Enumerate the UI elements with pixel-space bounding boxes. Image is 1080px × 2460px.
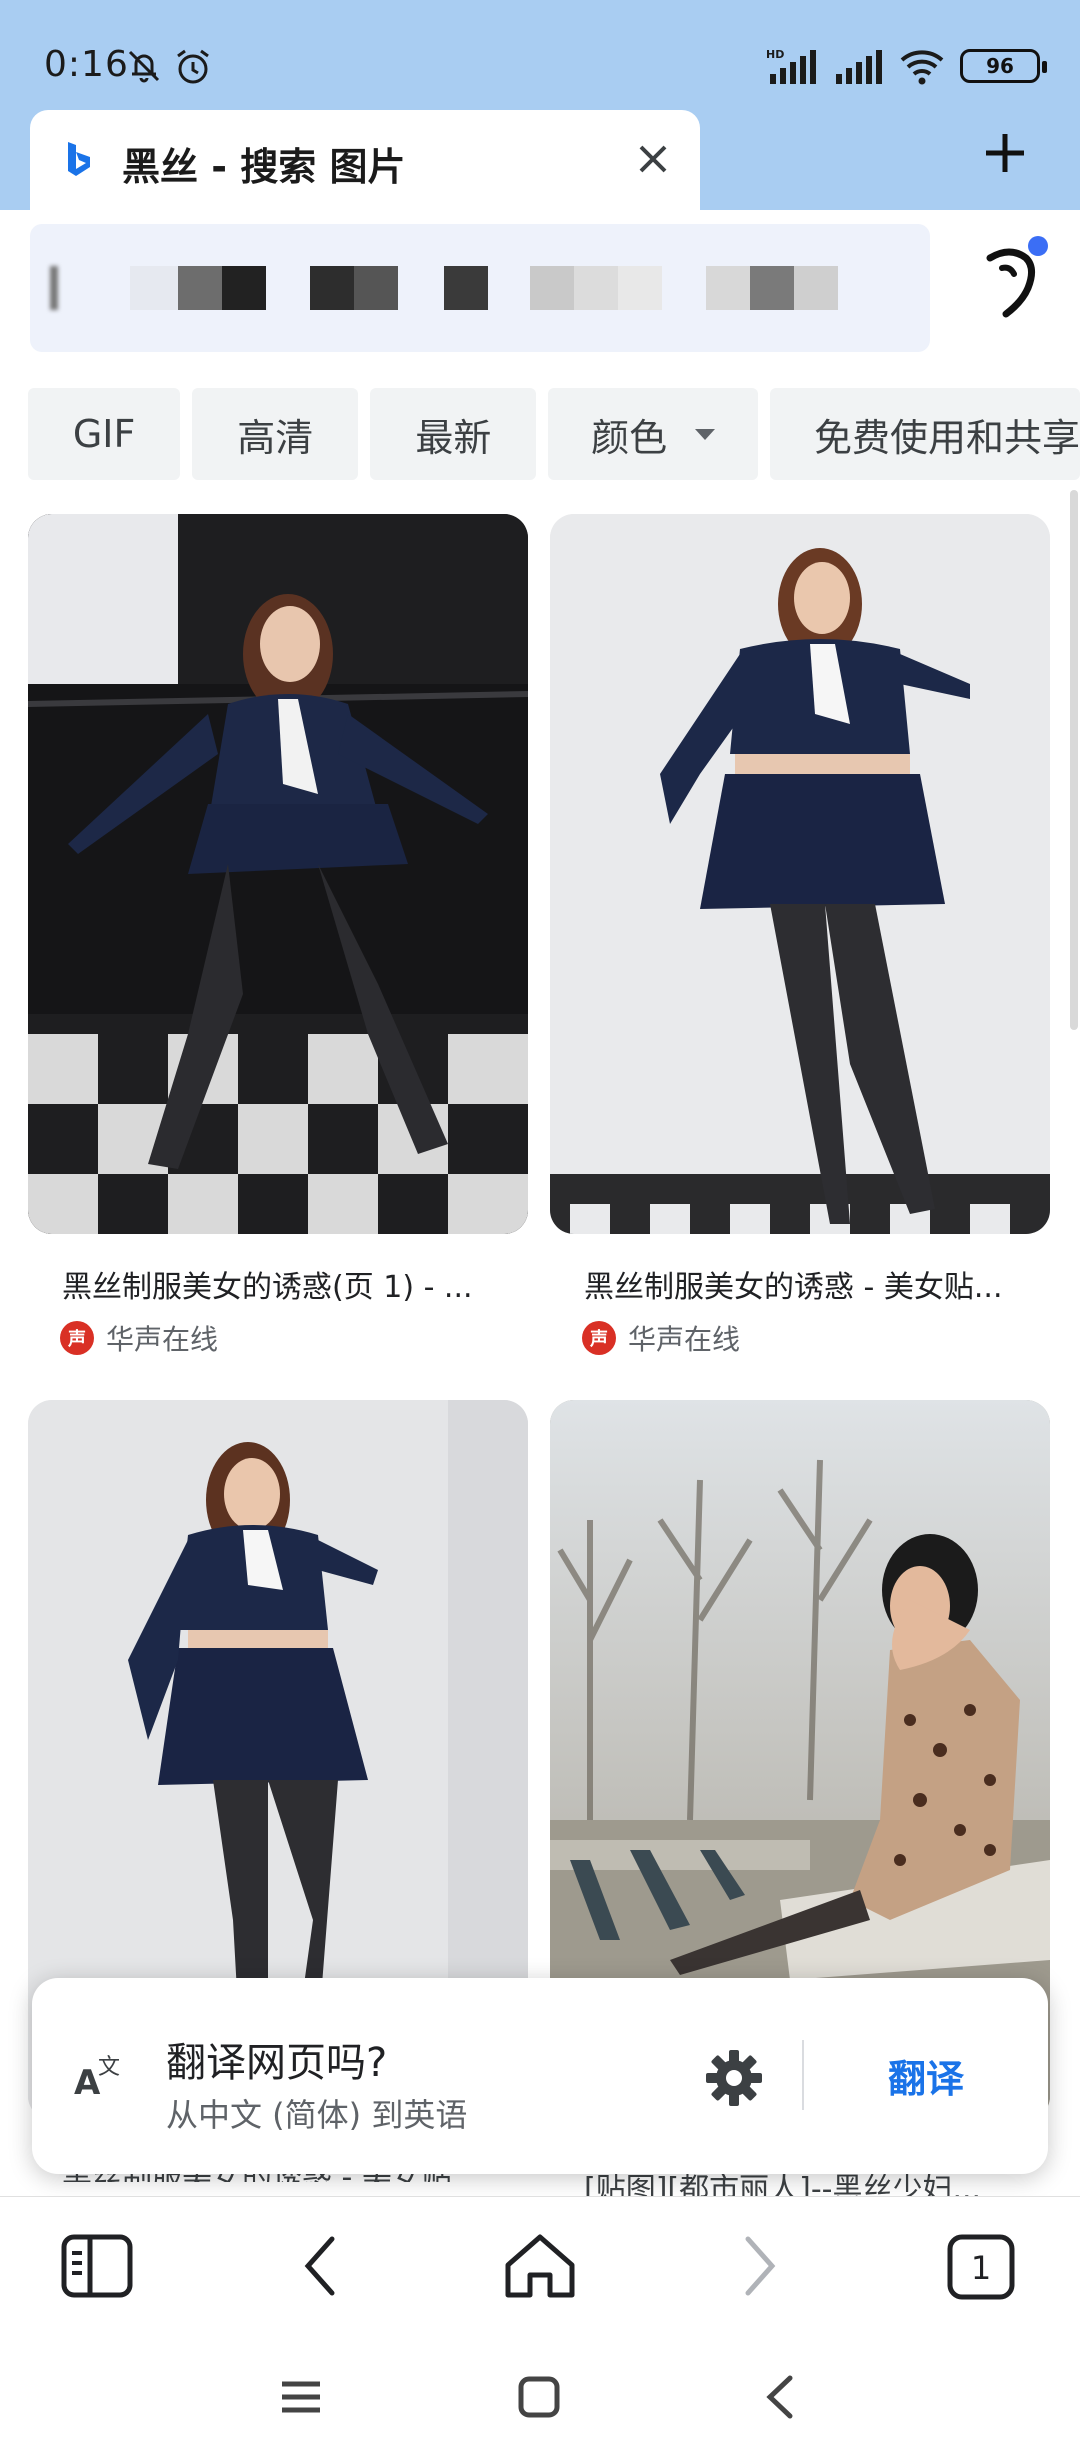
source-name: 华声在线: [106, 1323, 219, 1356]
source-name: 华声在线: [628, 1323, 741, 1356]
signal-hd-icon: HD: [766, 48, 816, 84]
new-tab-plus-icon[interactable]: [980, 128, 1030, 182]
status-bar: 0:16 HD 96: [0, 0, 1080, 110]
translate-question: 翻译网页吗?: [166, 2040, 388, 2086]
status-right: HD 96: [766, 44, 1047, 88]
source-logo-icon: 声: [582, 1321, 616, 1355]
alarm-icon: [172, 46, 214, 92]
filter-label: 免费使用和共享: [813, 415, 1080, 460]
dropdown-caret-icon: [695, 428, 716, 440]
result-caption[interactable]: 黑丝制服美女的诱惑 - 美女贴...: [584, 1262, 1054, 1306]
recent-apps-icon[interactable]: [278, 2374, 324, 2424]
filter-label: GIF: [72, 412, 136, 456]
search-box[interactable]: [30, 224, 930, 352]
browser-tab[interactable]: 黑丝 - 搜索 图片: [30, 110, 700, 210]
sidebar-toggle-icon[interactable]: [60, 2231, 136, 2305]
result-image[interactable]: [28, 514, 528, 1234]
mute-bell-icon: [124, 46, 164, 90]
filter-latest[interactable]: 最新: [370, 388, 537, 480]
filter-color[interactable]: 颜色: [548, 388, 758, 480]
notification-dot: [1028, 236, 1048, 256]
filter-gif[interactable]: GIF: [28, 388, 181, 480]
svg-text:A: A: [74, 2063, 101, 2103]
translate-icon: A文: [72, 2048, 128, 2108]
tabs-button[interactable]: 1: [946, 2231, 1018, 2305]
wifi-icon: [900, 50, 944, 85]
image-result[interactable]: [550, 514, 1050, 1234]
filter-bar: GIF 高清 最新 颜色 免费使用和共享: [28, 388, 1080, 480]
system-back-icon[interactable]: [760, 2374, 800, 2424]
battery-level: 96: [986, 54, 1014, 78]
divider: [802, 2040, 804, 2110]
result-source[interactable]: 声 华声在线: [60, 1318, 218, 1358]
result-caption[interactable]: 黑丝制服美女的诱惑(页 1) - ...: [62, 1262, 532, 1306]
scrollbar[interactable]: [1070, 490, 1078, 1030]
result-source[interactable]: 声 华声在线: [582, 1318, 740, 1358]
translate-detail: 从中文 (简体) 到英语: [166, 2096, 468, 2134]
svg-text:文: 文: [98, 2055, 120, 2080]
status-time: 0:16: [44, 44, 129, 85]
gear-icon[interactable]: [704, 2048, 764, 2112]
image-result[interactable]: [28, 514, 528, 1234]
svg-text:HD: HD: [766, 48, 784, 61]
home-icon[interactable]: [502, 2231, 578, 2305]
source-logo-icon: 声: [60, 1321, 94, 1355]
filter-label: 最新: [415, 415, 492, 460]
translate-prompt: A文 翻译网页吗? 从中文 (简体) 到英语 翻译: [32, 1978, 1048, 2174]
filter-license[interactable]: 免费使用和共享: [769, 388, 1080, 480]
signal-icon: [836, 50, 882, 84]
system-nav-bar: [0, 2336, 1080, 2460]
browser-bottom-nav: 1: [0, 2196, 1080, 2336]
translate-button[interactable]: 翻译: [888, 2048, 964, 2103]
tab-title: 黑丝 - 搜索 图片: [122, 145, 406, 189]
battery-indicator: 96: [960, 49, 1047, 83]
close-tab-icon[interactable]: [628, 134, 678, 188]
tab-count: 1: [971, 2249, 991, 2287]
bing-logo-icon: [64, 140, 94, 184]
filter-hd[interactable]: 高清: [192, 388, 359, 480]
filter-label: 高清: [237, 415, 314, 460]
forward-icon: [734, 2231, 784, 2305]
home-square-icon[interactable]: [516, 2374, 562, 2424]
filter-label: 颜色: [591, 415, 668, 460]
result-image[interactable]: [550, 514, 1050, 1234]
back-icon[interactable]: [296, 2231, 346, 2305]
